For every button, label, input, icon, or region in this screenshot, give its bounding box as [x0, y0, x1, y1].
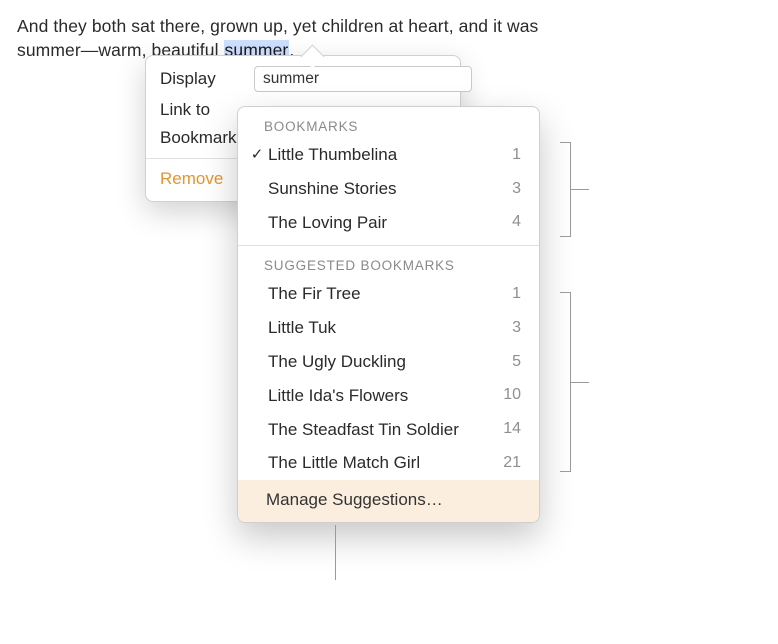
- suggested-item-count: 21: [499, 452, 521, 474]
- suggested-item-label: The Ugly Duckling: [268, 350, 491, 374]
- bookmark-item-count: 3: [499, 178, 521, 200]
- suggested-item[interactable]: The Steadfast Tin Soldier 14: [238, 413, 539, 447]
- suggested-item-count: 5: [499, 351, 521, 373]
- manage-suggestions-label: Manage Suggestions…: [266, 490, 443, 509]
- suggested-item-count: 1: [499, 283, 521, 305]
- callout-bracket: [570, 142, 571, 237]
- suggested-item-label: Little Tuk: [268, 316, 491, 340]
- suggested-item-label: Little Ida's Flowers: [268, 384, 491, 408]
- manage-suggestions-button[interactable]: Manage Suggestions…: [238, 480, 539, 522]
- body-paragraph: And they both sat there, grown up, yet c…: [7, 7, 560, 62]
- suggested-item-count: 10: [499, 384, 521, 406]
- divider: [238, 245, 539, 246]
- checkmark-icon: ✓: [246, 144, 268, 165]
- display-row: Display: [146, 62, 460, 96]
- suggested-item[interactable]: Little Ida's Flowers 10: [238, 379, 539, 413]
- bookmark-item[interactable]: The Loving Pair 4: [238, 206, 539, 240]
- suggested-item-label: The Fir Tree: [268, 282, 491, 306]
- linkto-label: Link to: [160, 100, 248, 120]
- display-label: Display: [160, 69, 248, 89]
- callout-bracket: [570, 292, 571, 472]
- suggested-item[interactable]: The Ugly Duckling 5: [238, 345, 539, 379]
- suggested-item[interactable]: The Little Match Girl 21: [238, 446, 539, 480]
- suggested-item[interactable]: The Fir Tree 1: [238, 277, 539, 311]
- callout-line: [335, 525, 336, 580]
- bookmark-item-count: 4: [499, 211, 521, 233]
- bookmark-item[interactable]: ✓ Little Thumbelina 1: [238, 138, 539, 172]
- suggested-item-label: The Little Match Girl: [268, 451, 491, 475]
- display-input[interactable]: [254, 66, 472, 92]
- remove-button[interactable]: Remove: [160, 169, 223, 188]
- suggested-item-count: 3: [499, 317, 521, 339]
- bookmark-menu: BOOKMARKS ✓ Little Thumbelina 1 Sunshine…: [237, 106, 540, 523]
- suggested-section-header: SUGGESTED BOOKMARKS: [238, 252, 539, 277]
- suggested-item[interactable]: Little Tuk 3: [238, 311, 539, 345]
- bookmark-item-count: 1: [499, 144, 521, 166]
- bookmark-item-label: The Loving Pair: [268, 211, 491, 235]
- suggested-item-label: The Steadfast Tin Soldier: [268, 418, 491, 442]
- bookmark-item-label: Little Thumbelina: [268, 143, 491, 167]
- bookmarks-section-header: BOOKMARKS: [238, 113, 539, 138]
- bookmark-item-label: Sunshine Stories: [268, 177, 491, 201]
- bookmark-item[interactable]: Sunshine Stories 3: [238, 172, 539, 206]
- suggested-item-count: 14: [499, 418, 521, 440]
